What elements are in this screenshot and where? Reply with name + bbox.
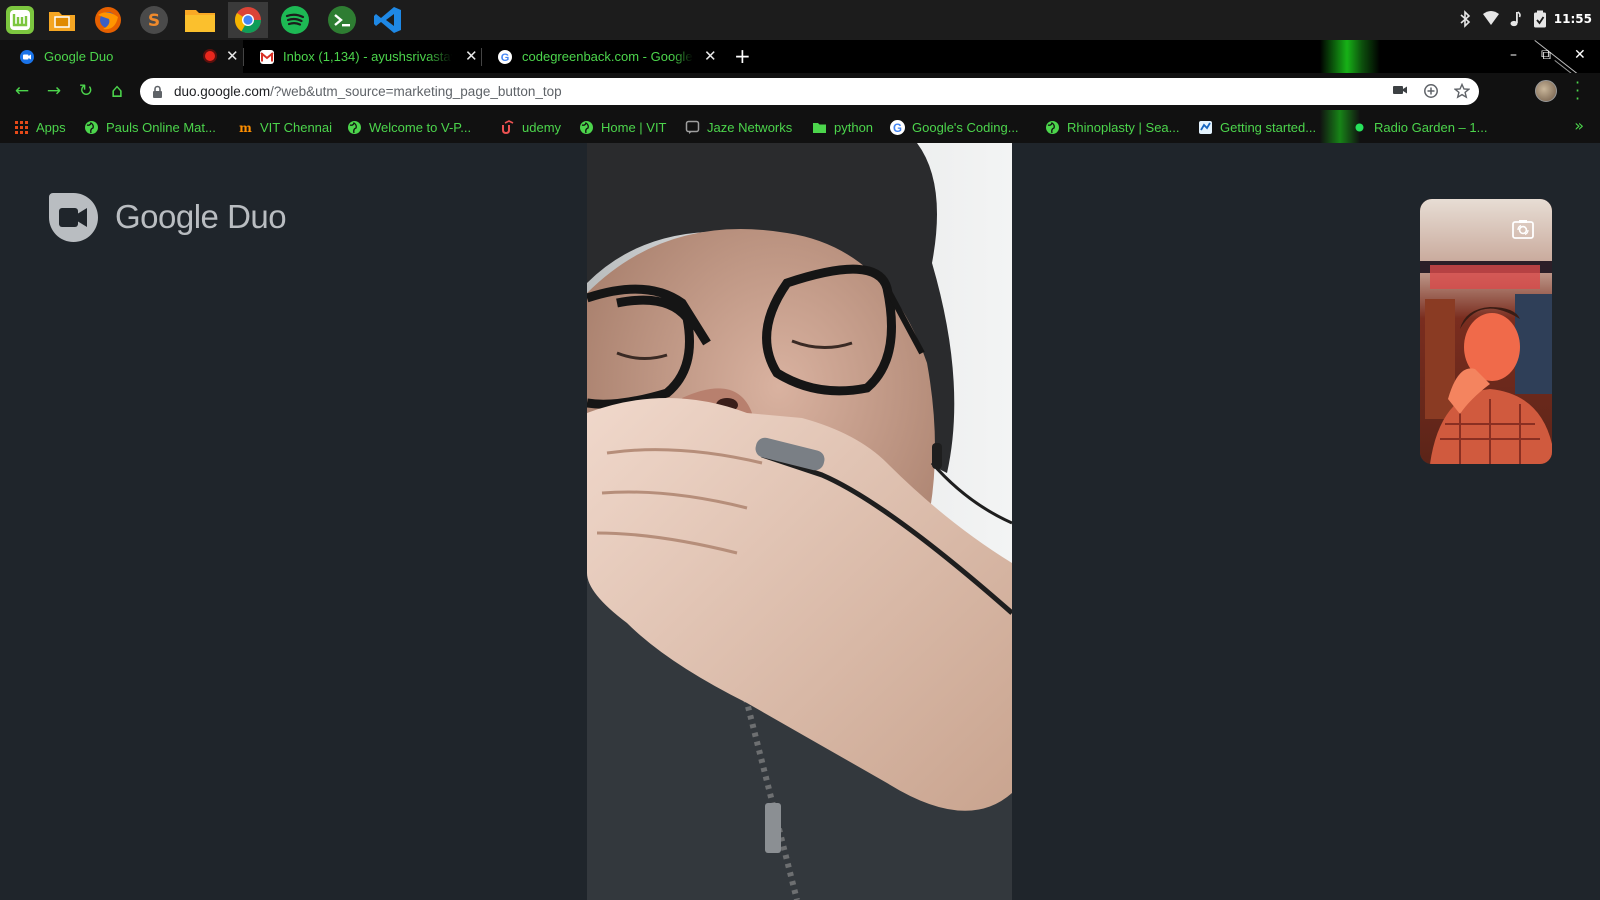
close-tab-icon[interactable]: ✕ [465,47,478,65]
camera-in-use-icon[interactable] [1392,83,1408,101]
spotify-icon[interactable] [279,4,311,36]
tab-codegreenback[interactable]: G codegreenback.com - Google ✕ [482,40,727,73]
vit-icon: m [238,120,253,135]
minimize-button[interactable]: – [1510,47,1517,63]
files-icon[interactable] [184,4,216,36]
os-taskbar: S 11:55 [0,0,1600,40]
show-desktop-icon[interactable] [46,4,78,36]
recording-indicator-icon [205,51,215,61]
firefox-icon[interactable] [92,4,124,36]
tab-strip: Google Duo ✕ Inbox (1,134) - ayushsrivas… [0,40,1600,73]
terminal-icon[interactable] [326,4,358,36]
tab-title: codegreenback.com - Google [522,49,693,64]
bookmark-jaze-networks[interactable]: Jaze Networks [685,118,792,136]
clock[interactable]: 11:55 [1554,12,1592,26]
globe-icon [1045,120,1060,135]
bookmark-udemy[interactable]: udemy [500,118,561,136]
globe-icon [579,120,594,135]
duo-call-page: Google Duo [0,143,1600,900]
bookmark-apps[interactable]: Apps [14,118,66,136]
radio-garden-icon [1352,120,1367,135]
theme-glow [1320,40,1380,73]
maximize-button[interactable]: ⧉ [1541,47,1551,63]
bookmark-label: Google's Coding... [912,119,1019,135]
close-tab-icon[interactable]: ✕ [226,47,239,65]
bookmark-getting-started[interactable]: Getting started... [1198,118,1316,136]
forward-button[interactable]: → [42,79,66,103]
switch-camera-icon[interactable] [1512,219,1534,239]
duo-logo-icon [49,192,98,242]
svg-text:m: m [239,121,252,135]
new-tab-button[interactable]: + [734,44,751,68]
bookmark-label: Apps [36,119,66,135]
audio-icon[interactable] [1509,10,1521,32]
bookmark-googles-coding[interactable]: G Google's Coding... [890,118,1019,136]
bookmark-welcome-to-vp[interactable]: Welcome to V-P... [347,118,471,136]
self-view-preview[interactable] [1420,199,1552,464]
bookmark-vit-chennai[interactable]: m VIT Chennai [238,118,332,136]
address-bar[interactable]: duo.google.com/?web&utm_source=marketing… [140,78,1479,105]
remote-video-feed[interactable] [587,143,1012,900]
close-tab-icon[interactable]: ✕ [704,47,717,65]
bookmark-label: Home | VIT [601,119,667,135]
bookmark-label: Welcome to V-P... [369,119,472,135]
bookmark-label: udemy [522,119,562,135]
jaze-icon [685,120,700,135]
url-text[interactable]: duo.google.com/?web&utm_source=marketing… [174,84,562,99]
bluetooth-icon[interactable] [1459,10,1471,32]
apps-grid-icon [14,120,29,135]
mint-menu-icon[interactable] [4,4,36,36]
tab-title: Inbox (1,134) - ayushsrivastava [283,49,452,64]
wifi-icon[interactable] [1482,10,1500,30]
svg-text:G: G [501,52,510,64]
more-bookmarks-chevron-icon[interactable]: » [1574,116,1584,135]
bookmark-rhinoplasty[interactable]: Rhinoplasty | Sea... [1045,118,1180,136]
duo-logo: Google Duo [48,191,287,243]
remote-video-frame [587,143,1012,900]
bookmark-label: Radio Garden – 1... [1374,119,1488,135]
install-app-icon[interactable] [1423,83,1439,103]
duo-icon [20,50,34,64]
google-icon: G [498,50,512,64]
tab-gmail-inbox[interactable]: Inbox (1,134) - ayushsrivastava ✕ [244,40,479,73]
google-icon: G [890,119,905,135]
duo-brand-title: Google Duo [115,198,287,235]
browser-toolbar: ← → ↻ ⌂ duo.google.com/?web&utm_source=m… [0,73,1600,110]
bookmark-label: Getting started... [1220,119,1317,135]
globe-icon [347,120,362,135]
bookmark-pauls-online-math[interactable]: Pauls Online Mat... [84,118,216,136]
url-host: duo.google.com [174,84,271,99]
tab-google-duo[interactable]: Google Duo ✕ [0,40,243,73]
svg-text:S: S [148,11,160,31]
battery-icon[interactable] [1533,10,1547,32]
chrome-icon[interactable] [228,2,268,38]
bookmark-label: VIT Chennai [260,119,333,135]
vscode-icon[interactable] [372,4,404,36]
menu-icon[interactable]: · · · [1575,75,1580,107]
bookmark-star-icon[interactable] [1453,82,1471,103]
lock-icon[interactable] [152,84,163,103]
home-button[interactable]: ⌂ [105,79,129,103]
svg-text:G: G [893,123,902,135]
udemy-icon [500,119,515,135]
bookmark-radio-garden[interactable]: Radio Garden – 1... [1352,118,1487,136]
bookmark-label: python [834,119,874,135]
bookmark-label: Jaze Networks [707,119,793,135]
back-button[interactable]: ← [10,79,34,103]
profile-avatar[interactable] [1535,80,1557,102]
bookmark-home-vit[interactable]: Home | VIT [579,118,667,136]
getting-started-icon [1198,120,1213,135]
folder-icon [812,120,827,135]
bookmark-python-folder[interactable]: python [812,118,873,136]
reload-button[interactable]: ↻ [74,79,98,103]
bookmarks-bar: Apps Pauls Online Mat... m VIT Chennai W… [0,110,1600,143]
globe-icon [84,120,99,135]
bookmark-label: Pauls Online Mat... [106,119,216,135]
url-path: /?web&utm_source=marketing_page_button_t… [270,84,562,99]
sublime-icon[interactable]: S [138,4,170,36]
gmail-icon [260,50,274,64]
bookmark-label: Rhinoplasty | Sea... [1067,119,1180,135]
tab-title: Google Duo [44,49,114,64]
close-window-button[interactable]: ✕ [1574,47,1586,63]
